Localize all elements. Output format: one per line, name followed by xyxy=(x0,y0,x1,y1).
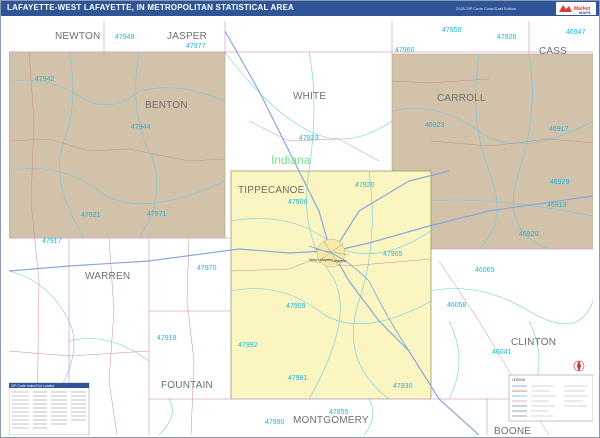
zip-label: 47917 xyxy=(42,238,62,245)
title-bar: LAFAYETTE-WEST LAFAYETTE, IN METROPOLITA… xyxy=(1,1,599,16)
county-label-boone: BOONE xyxy=(494,426,531,435)
zip-label: 47923 xyxy=(299,135,319,142)
svg-text:MAPS: MAPS xyxy=(579,10,591,15)
zip-label: 46917 xyxy=(549,126,569,133)
zip-label: 47948 xyxy=(115,34,135,41)
zip-label: 46947 xyxy=(566,29,586,36)
county-label-clinton: CLINTON xyxy=(511,337,556,348)
county-label-carroll: CARROLL xyxy=(437,93,486,104)
city-label-lafayette: Lafayette xyxy=(332,259,346,263)
county-label-fountain: FOUNTAIN xyxy=(161,380,213,391)
zip-label: 46041 xyxy=(492,349,512,356)
county-label-newton: NEWTON xyxy=(55,31,100,42)
zip-label: 47855 xyxy=(329,409,349,416)
state-label: Indiana xyxy=(271,153,311,167)
city-label-west-lafayette: West Lafayette xyxy=(309,258,332,262)
zip-code-map: Indiana NEWTON JASPER WHITE CARROLL CASS… xyxy=(9,21,593,435)
zip-label: 47930 xyxy=(393,383,413,390)
zip-label: 47990 xyxy=(265,419,285,426)
zip-label: 46929 xyxy=(550,179,570,186)
legend-title: LEGEND xyxy=(512,378,526,382)
zip-label: 47977 xyxy=(186,43,206,50)
zip-index-title: ZIP Code Index/Out Locator xyxy=(11,384,55,388)
zip-label: 47944 xyxy=(131,124,151,131)
zip-label: 46058 xyxy=(447,302,467,309)
zip-label: 46065 xyxy=(475,267,495,274)
zip-label: 47906 xyxy=(288,199,308,206)
zip-label: 47918 xyxy=(157,335,177,342)
zip-label: 47970 xyxy=(197,265,217,272)
map-title: LAFAYETTE-WEST LAFAYETTE, IN METROPOLITA… xyxy=(7,3,295,12)
county-label-jasper: JASPER xyxy=(167,31,207,42)
zip-label: 47920 xyxy=(355,182,375,189)
county-label-warren: WARREN xyxy=(85,271,130,282)
zip-label: 47926 xyxy=(497,34,517,41)
county-label-white: WHITE xyxy=(293,91,326,102)
zip-label: 47992 xyxy=(238,342,258,349)
zip-label: 47909 xyxy=(286,303,306,310)
zip-label: 47981 xyxy=(288,375,308,382)
zip-index-box: ZIP Code Index/Out Locator xyxy=(9,382,90,435)
zip-label: 46923 xyxy=(425,122,445,129)
edition-label: 2025 ZIP Code Color/Cast Edition xyxy=(456,6,517,11)
zip-label: 47942 xyxy=(35,76,55,83)
marketmaps-logo: Market MAPS xyxy=(556,2,596,15)
zip-label: 47950 xyxy=(442,27,462,34)
map-legend: LEGEND xyxy=(508,374,593,422)
zip-label: 47921 xyxy=(81,212,101,219)
zip-label: 46920 xyxy=(519,231,539,238)
zip-label: 47905 xyxy=(383,251,403,258)
map-frame: LAFAYETTE-WEST LAFAYETTE, IN METROPOLITA… xyxy=(0,0,600,438)
county-label-cass: CASS xyxy=(539,46,567,57)
zip-label: 47960 xyxy=(395,47,415,54)
county-label-tippecanoe: TIPPECANOE xyxy=(238,185,305,196)
tippecanoe-county-area[interactable] xyxy=(230,170,432,400)
zip-label: 47971 xyxy=(147,211,167,218)
county-label-montgomery: MONTGOMERY xyxy=(293,415,369,426)
zip-label: 46913 xyxy=(547,202,567,209)
county-label-benton: BENTON xyxy=(145,100,188,111)
